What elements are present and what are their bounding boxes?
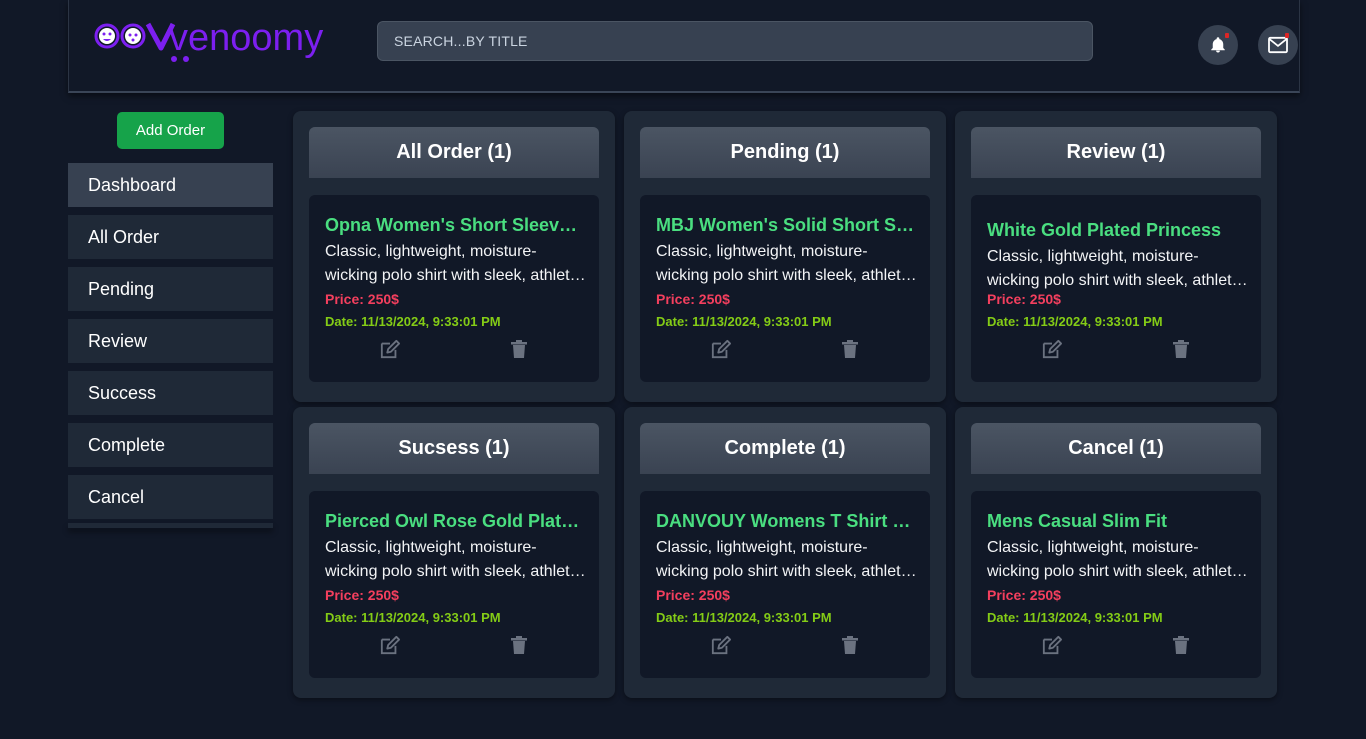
edit-icon[interactable]	[379, 339, 401, 359]
messages-button[interactable]	[1258, 25, 1298, 65]
order-description: Classic, lightweight, moisture-wicking p…	[987, 539, 1244, 580]
panel-success: Sucsess (1) Pierced Owl Rose Gold Plated…	[293, 407, 615, 698]
order-price: Price: 250$	[987, 587, 1061, 603]
panel-title: All Order (1)	[309, 127, 599, 178]
sidebar-item-review[interactable]: Review	[68, 319, 273, 363]
panel-title: Cancel (1)	[971, 423, 1261, 474]
order-date: Date: 11/13/2024, 9:33:01 PM	[325, 610, 501, 625]
mail-icon	[1268, 36, 1288, 54]
sidebar-item-all-order[interactable]: All Order	[68, 215, 273, 259]
trash-icon[interactable]	[511, 636, 527, 654]
order-description: Classic, lightweight, moisture-wicking p…	[656, 243, 913, 284]
sidebar-item-complete[interactable]: Complete	[68, 423, 273, 467]
sidebar-footer	[68, 523, 273, 528]
order-title: MBJ Women's Solid Short Sleeve Boat Neck…	[656, 215, 918, 235]
order-price: Price: 250$	[325, 291, 399, 307]
panel-title: Pending (1)	[640, 127, 930, 178]
trash-icon[interactable]	[1173, 340, 1189, 358]
sidebar-item-dashboard[interactable]: Dashboard	[68, 163, 273, 207]
panel-title: Sucsess (1)	[309, 423, 599, 474]
edit-icon[interactable]	[710, 339, 732, 359]
sidebar-item-success[interactable]: Success	[68, 371, 273, 415]
sidebar-item-cancel[interactable]: Cancel	[68, 475, 273, 519]
order-card[interactable]: White Gold Plated Princess Classic, ligh…	[971, 195, 1261, 382]
panel-cancel: Cancel (1) Mens Casual Slim Fit Classic,…	[955, 407, 1277, 698]
bell-icon	[1211, 37, 1225, 53]
sidebar-item-pending[interactable]: Pending	[68, 267, 273, 311]
order-card[interactable]: DANVOUY Womens T Shirt Casual Cotton Sho…	[640, 491, 930, 678]
order-title: White Gold Plated Princess	[987, 220, 1222, 240]
panel-complete: Complete (1) DANVOUY Womens T Shirt Casu…	[624, 407, 946, 698]
order-date: Date: 11/13/2024, 9:33:01 PM	[656, 610, 832, 625]
order-date: Date: 11/13/2024, 9:33:01 PM	[325, 314, 501, 329]
notification-dot	[1225, 33, 1229, 38]
edit-icon[interactable]	[379, 635, 401, 655]
order-description: Classic, lightweight, moisture-wicking p…	[325, 539, 582, 580]
order-card[interactable]: Opna Women's Short Sleeve Moisture Class…	[309, 195, 599, 382]
order-price: Price: 250$	[987, 291, 1061, 307]
notifications-button[interactable]	[1198, 25, 1238, 65]
order-card[interactable]: MBJ Women's Solid Short Sleeve Boat Neck…	[640, 195, 930, 382]
order-title: Pierced Owl Rose Gold Plated Stainless S…	[325, 511, 587, 531]
panel-title: Review (1)	[971, 127, 1261, 178]
trash-icon[interactable]	[842, 636, 858, 654]
trash-icon[interactable]	[511, 340, 527, 358]
order-description: Classic, lightweight, moisture-wicking p…	[656, 539, 913, 580]
panel-review: Review (1) White Gold Plated Princess Cl…	[955, 111, 1277, 402]
add-order-button[interactable]: Add Order	[117, 112, 224, 149]
edit-icon[interactable]	[710, 635, 732, 655]
order-description: Classic, lightweight, moisture-wicking p…	[987, 248, 1244, 289]
panel-pending: Pending (1) MBJ Women's Solid Short Slee…	[624, 111, 946, 402]
panel-all-order: All Order (1) Opna Women's Short Sleeve …	[293, 111, 615, 402]
venoomy-logo[interactable]: venoomy	[93, 14, 383, 68]
order-card[interactable]: Pierced Owl Rose Gold Plated Stainless S…	[309, 491, 599, 678]
order-price: Price: 250$	[656, 587, 730, 603]
order-price: Price: 250$	[325, 587, 399, 603]
trash-icon[interactable]	[1173, 636, 1189, 654]
order-date: Date: 11/13/2024, 9:33:01 PM	[987, 314, 1163, 329]
edit-icon[interactable]	[1041, 635, 1063, 655]
order-title: Opna Women's Short Sleeve Moisture	[325, 215, 587, 235]
order-description: Classic, lightweight, moisture-wicking p…	[325, 243, 582, 284]
order-title: DANVOUY Womens T Shirt Casual Cotton Sho…	[656, 511, 918, 531]
order-card[interactable]: Mens Casual Slim Fit Classic, lightweigh…	[971, 491, 1261, 678]
order-date: Date: 11/13/2024, 9:33:01 PM	[656, 314, 832, 329]
message-dot	[1285, 33, 1289, 38]
trash-icon[interactable]	[842, 340, 858, 358]
search-input[interactable]	[377, 21, 1093, 61]
order-price: Price: 250$	[656, 291, 730, 307]
order-title: Mens Casual Slim Fit	[987, 511, 1168, 531]
order-date: Date: 11/13/2024, 9:33:01 PM	[987, 610, 1163, 625]
panel-title: Complete (1)	[640, 423, 930, 474]
sidebar: Add Order Dashboard All Order Pending Re…	[68, 108, 273, 528]
top-header: venoomy	[68, 0, 1300, 93]
edit-icon[interactable]	[1041, 339, 1063, 359]
logo-wordmark: venoomy	[169, 17, 323, 59]
